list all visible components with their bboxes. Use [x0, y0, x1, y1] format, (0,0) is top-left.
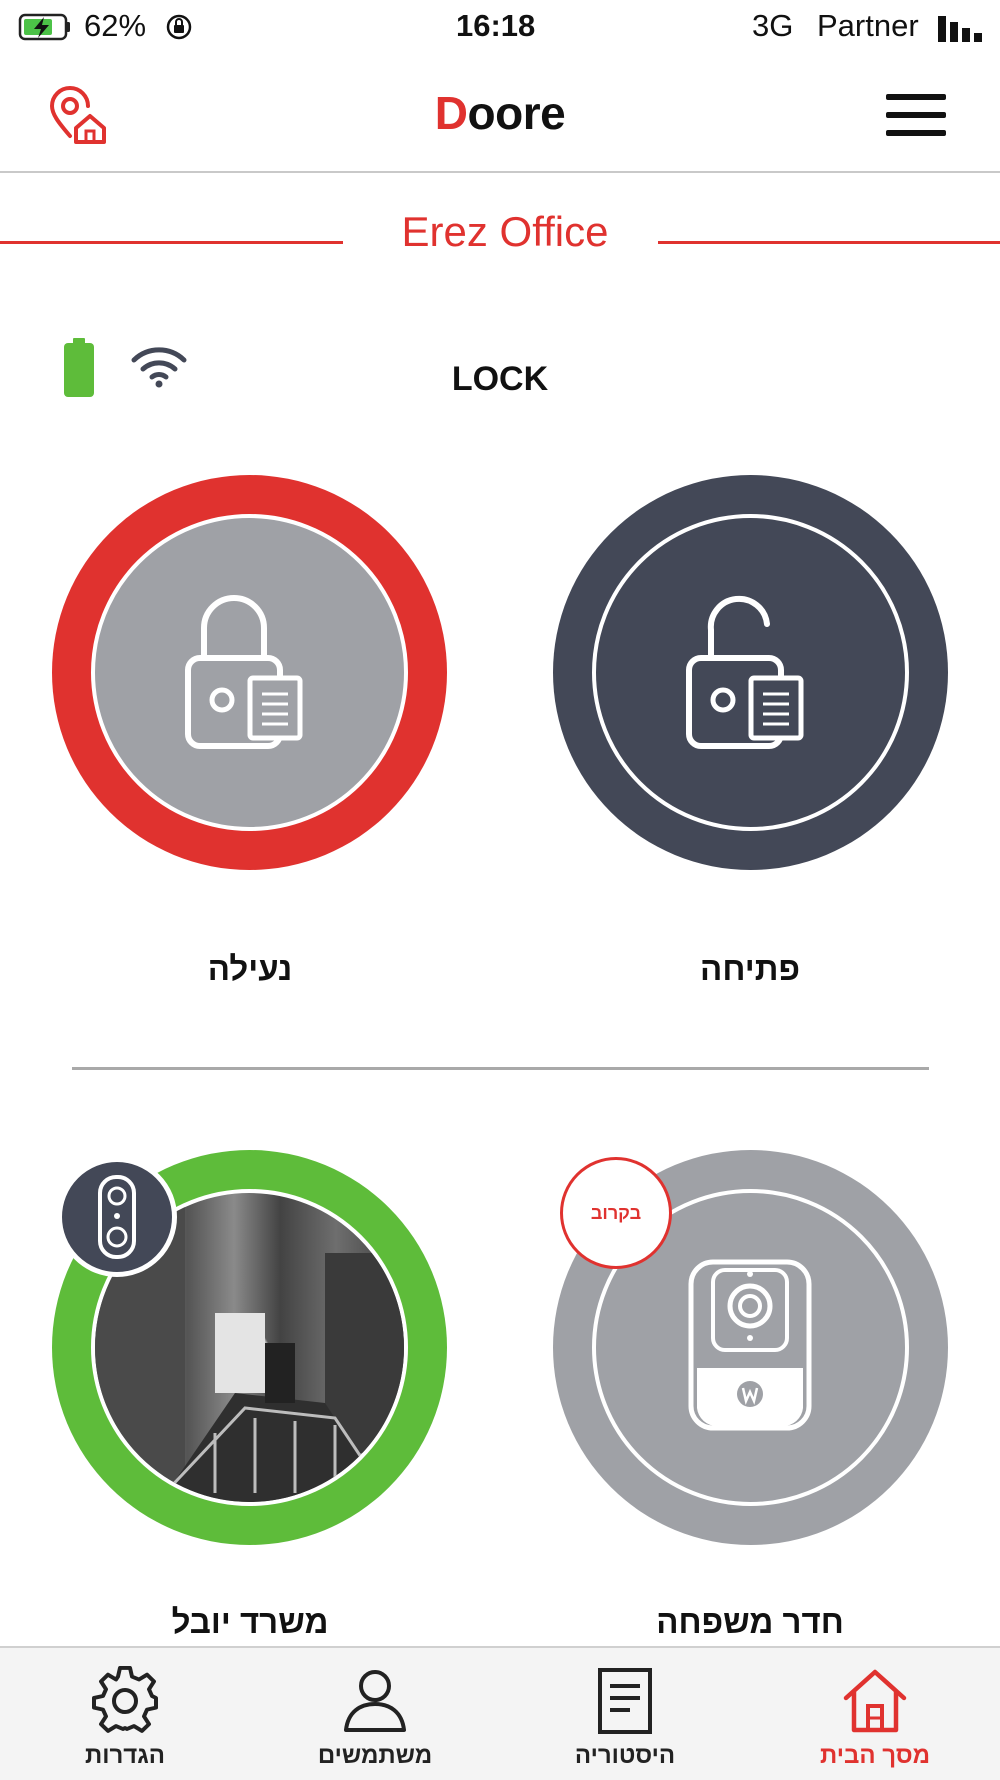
- nav-history-label: היסטוריה: [574, 1742, 676, 1769]
- coming-soon-badge: בקרוב: [560, 1157, 672, 1269]
- nav-settings-label: הגדרות: [85, 1742, 165, 1769]
- gear-icon: [92, 1666, 158, 1733]
- battery-full-icon: [64, 338, 94, 397]
- app-header: Doore: [0, 56, 1000, 173]
- app-logo: Doore: [0, 86, 1000, 140]
- location-divider-left: [0, 241, 343, 244]
- nav-settings[interactable]: הגדרות: [0, 1648, 250, 1780]
- logo-text: oore: [467, 87, 566, 139]
- bottom-navigation: מסך הבית היסטוריה משתמשים הגדרות: [0, 1646, 1000, 1780]
- location-divider-right: [658, 241, 1000, 244]
- orientation-lock-icon: [166, 14, 192, 40]
- section-divider: [72, 1067, 929, 1070]
- wifi-icon: [131, 347, 187, 388]
- home-icon: [843, 1669, 907, 1733]
- doorbell-icon: [98, 1175, 136, 1259]
- locked-padlock-icon: [185, 595, 303, 749]
- nav-history[interactable]: היסטוריה: [500, 1648, 750, 1780]
- nav-users[interactable]: משתמשים: [250, 1648, 500, 1780]
- doorbell-badge: [57, 1157, 177, 1277]
- status-time: 16:18: [456, 8, 536, 43]
- battery-charging-icon: [18, 13, 70, 41]
- camera-icon: [688, 1259, 812, 1431]
- logo-letter: D: [434, 87, 468, 139]
- nav-home-label: מסך הבית: [819, 1742, 930, 1769]
- lock-button[interactable]: [52, 475, 447, 870]
- nav-home[interactable]: מסך הבית: [750, 1648, 1000, 1780]
- user-icon: [344, 1670, 406, 1732]
- document-icon: [598, 1668, 652, 1734]
- nav-users-label: משתמשים: [317, 1742, 433, 1769]
- lock-status-label: LOCK: [451, 360, 549, 398]
- yuval-office-label: משרד יובל: [171, 1603, 329, 1640]
- unlock-button[interactable]: [553, 475, 948, 870]
- unlock-label: פתיחה: [700, 950, 800, 987]
- battery-percent: 62%: [84, 8, 147, 43]
- family-room-label: חדר משפחה: [656, 1603, 844, 1640]
- carrier-name: Partner: [817, 8, 919, 43]
- status-bar: 62% 16:18 3G Partner: [0, 0, 1000, 56]
- lock-label: נעילה: [207, 950, 293, 987]
- signal-bars-icon: [938, 16, 982, 42]
- hamburger-menu-icon[interactable]: [884, 90, 948, 140]
- network-type: 3G: [752, 8, 794, 43]
- location-title: Erez Office: [401, 208, 609, 255]
- unlocked-padlock-icon: [686, 595, 804, 749]
